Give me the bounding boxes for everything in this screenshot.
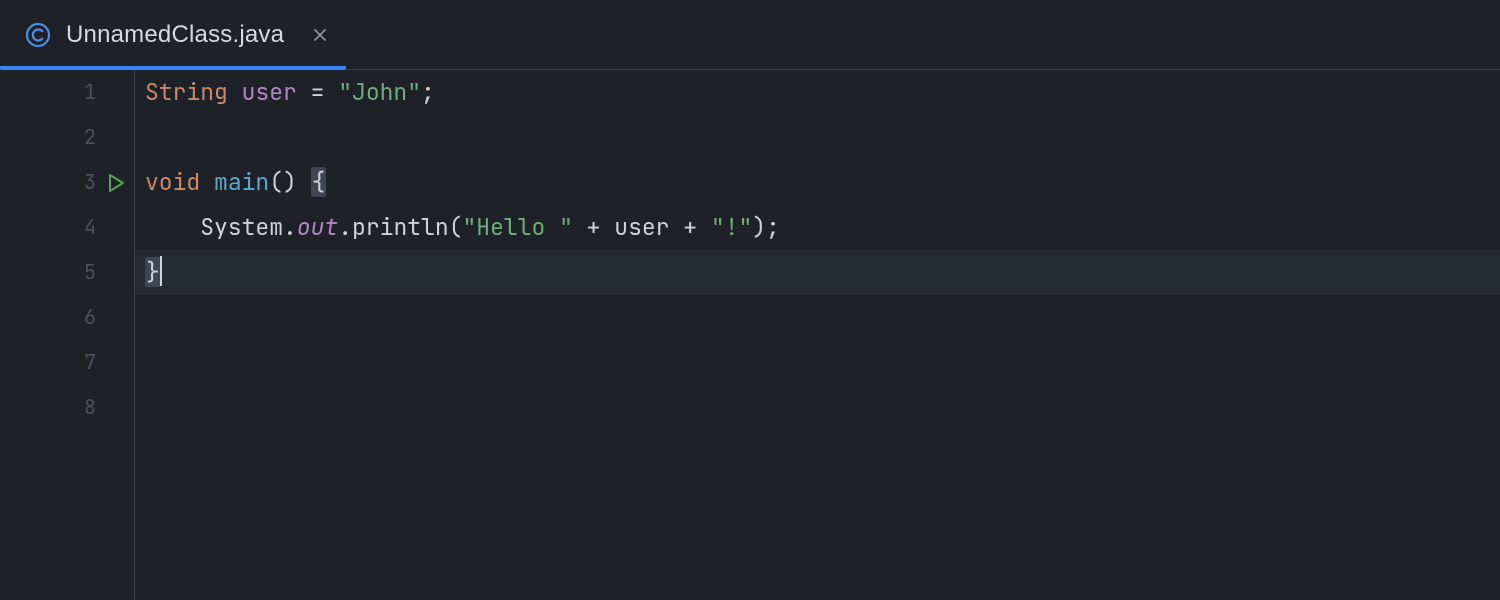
- token-punct: .: [338, 212, 352, 242]
- token-function: main: [214, 167, 269, 197]
- token-identifier: System: [200, 212, 283, 242]
- gutter-line[interactable]: 3: [0, 160, 134, 205]
- token-punct: .: [283, 212, 297, 242]
- gutter-line[interactable]: 4: [0, 205, 134, 250]
- code-editor[interactable]: 1 2 3 4 5 6 7 8 String user = "John"; vo…: [0, 70, 1500, 600]
- code-line[interactable]: [135, 340, 1500, 385]
- gutter-line[interactable]: 2: [0, 115, 134, 160]
- line-number: 8: [84, 385, 96, 430]
- code-line[interactable]: [135, 295, 1500, 340]
- token-brace: {: [311, 167, 327, 197]
- token-punct: ;: [766, 212, 780, 242]
- line-number: 1: [84, 70, 96, 115]
- line-number: 2: [84, 115, 96, 160]
- line-number: 6: [84, 295, 96, 340]
- token-string: "Hello ": [462, 212, 572, 242]
- gutter-line[interactable]: 8: [0, 385, 134, 430]
- token-string: "John": [338, 77, 421, 107]
- token-space: [297, 167, 311, 197]
- line-number: 5: [84, 250, 96, 295]
- token-identifier: user: [242, 77, 297, 107]
- line-number: 3: [84, 160, 96, 205]
- gutter-line[interactable]: 7: [0, 340, 134, 385]
- token-punct: ): [752, 212, 766, 242]
- text-caret: [160, 256, 162, 286]
- code-area[interactable]: String user = "John"; void main() { Syst…: [135, 70, 1500, 600]
- gutter-line[interactable]: 5: [0, 250, 134, 295]
- code-line[interactable]: void main() {: [135, 160, 1500, 205]
- gutter: 1 2 3 4 5 6 7 8: [0, 70, 135, 600]
- token-operator: =: [297, 77, 338, 107]
- token-space: [200, 167, 214, 197]
- class-icon: [24, 21, 52, 49]
- token-brace: }: [145, 257, 161, 287]
- line-number: 7: [84, 340, 96, 385]
- close-tab-button[interactable]: [306, 21, 334, 49]
- token-punct: ;: [421, 77, 435, 107]
- token-string: "!": [711, 212, 752, 242]
- tab-title: UnnamedClass.java: [66, 21, 284, 49]
- code-line[interactable]: System.out.println("Hello " + user + "!"…: [135, 205, 1500, 250]
- line-number: 4: [84, 205, 96, 250]
- code-line[interactable]: [135, 115, 1500, 160]
- editor-tab[interactable]: UnnamedClass.java: [0, 0, 346, 69]
- token-method: println: [352, 212, 449, 242]
- code-line[interactable]: String user = "John";: [135, 70, 1500, 115]
- run-gutter-button[interactable]: [104, 171, 128, 195]
- token-field: out: [297, 212, 338, 242]
- token-punct: (): [269, 167, 297, 197]
- token-keyword: void: [145, 167, 200, 197]
- gutter-line[interactable]: 1: [0, 70, 134, 115]
- gutter-line[interactable]: 6: [0, 295, 134, 340]
- token-identifier: user: [614, 212, 669, 242]
- token-operator: +: [573, 212, 614, 242]
- token-operator: +: [669, 212, 710, 242]
- tab-bar: UnnamedClass.java: [0, 0, 1500, 70]
- code-line[interactable]: }: [135, 250, 1500, 295]
- code-line[interactable]: [135, 385, 1500, 430]
- token-punct: (: [449, 212, 463, 242]
- token-type: String: [145, 77, 228, 107]
- token-indent: [145, 212, 200, 242]
- token-space: [228, 77, 242, 107]
